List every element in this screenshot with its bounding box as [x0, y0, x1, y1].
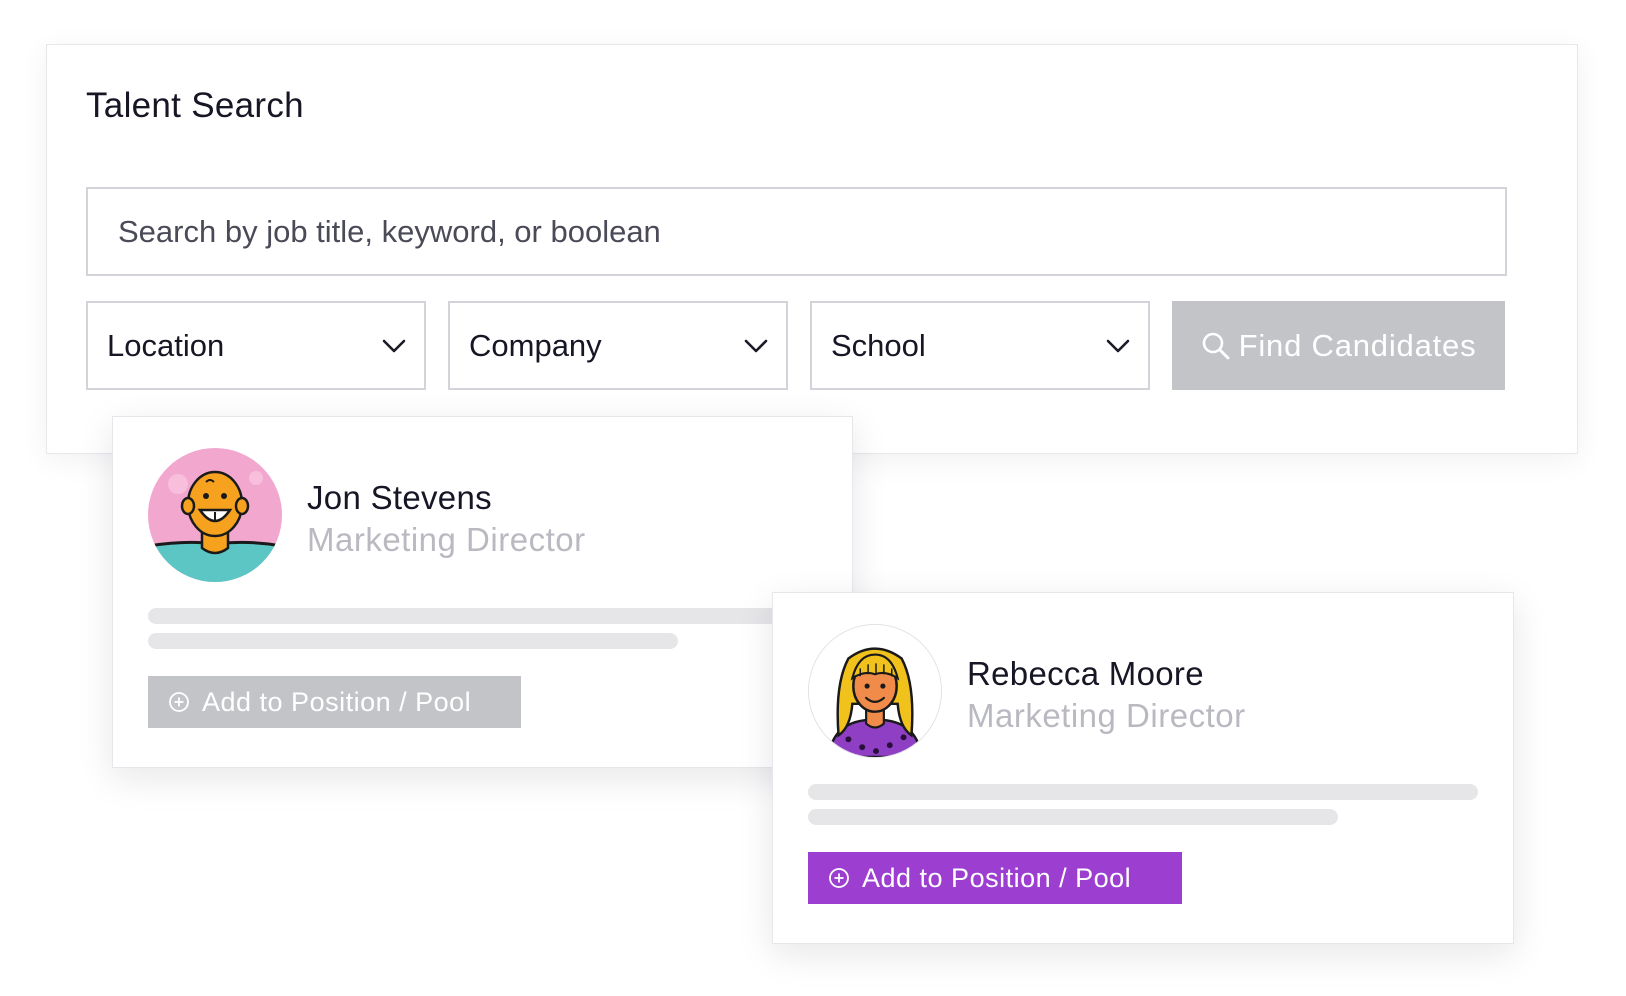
school-dropdown[interactable]: School: [810, 301, 1150, 390]
candidate-card-rebecca-moore: Rebecca Moore Marketing Director Add to …: [772, 592, 1514, 944]
chevron-down-icon: [1106, 339, 1130, 352]
page-title: Talent Search: [86, 86, 304, 125]
skeleton-line: [148, 633, 678, 649]
company-dropdown[interactable]: Company: [448, 301, 788, 390]
search-input[interactable]: [86, 187, 1507, 276]
candidate-card-jon-stevens: Jon Stevens Marketing Director Add to Po…: [112, 416, 853, 768]
chevron-down-icon: [744, 339, 768, 352]
add-to-position-button[interactable]: Add to Position / Pool: [808, 852, 1182, 904]
plus-circle-icon: [829, 868, 849, 888]
candidate-title: Marketing Director: [967, 697, 1246, 734]
skeleton-line: [148, 608, 818, 624]
candidate-title: Marketing Director: [307, 521, 586, 558]
add-to-position-label: Add to Position / Pool: [202, 686, 472, 717]
illustrated-man-avatar: [148, 448, 282, 582]
find-candidates-label: Find Candidates: [1238, 327, 1477, 363]
location-dropdown[interactable]: Location: [86, 301, 426, 390]
search-icon: [1202, 332, 1230, 359]
candidate-name: Jon Stevens: [307, 479, 492, 516]
chevron-down-icon: [382, 339, 406, 352]
plus-circle-icon: [169, 692, 189, 712]
location-dropdown-label: Location: [107, 327, 225, 363]
school-dropdown-label: School: [831, 327, 926, 363]
add-to-position-button[interactable]: Add to Position / Pool: [148, 676, 521, 728]
find-candidates-button[interactable]: Find Candidates: [1172, 301, 1505, 390]
illustrated-woman-avatar: [808, 624, 942, 758]
company-dropdown-label: Company: [469, 327, 602, 363]
skeleton-line: [808, 809, 1338, 825]
add-to-position-label: Add to Position / Pool: [862, 862, 1132, 893]
candidate-name: Rebecca Moore: [967, 655, 1204, 692]
skeleton-line: [808, 784, 1478, 800]
